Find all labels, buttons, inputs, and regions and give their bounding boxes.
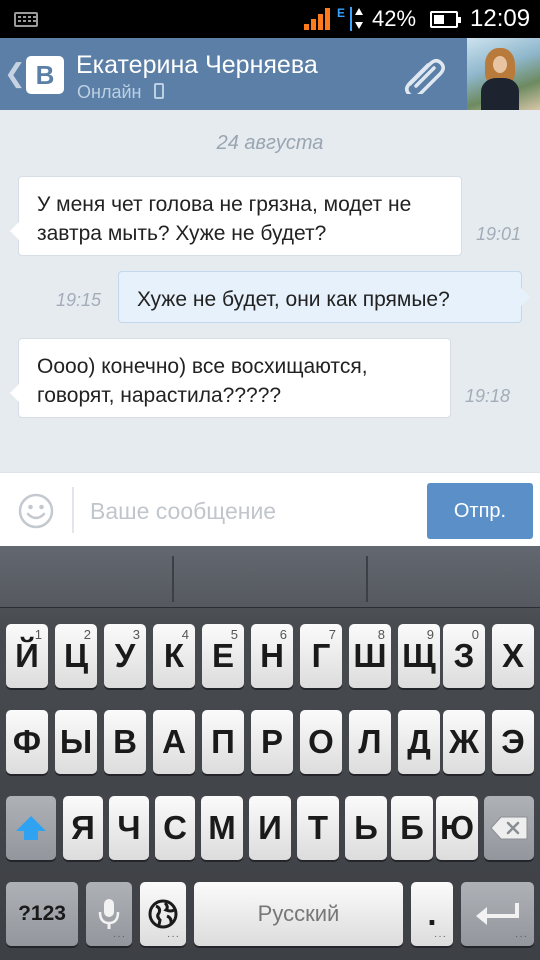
suggestion-strip[interactable] [0, 546, 540, 608]
attach-paperclip-icon[interactable] [402, 54, 448, 94]
key-й[interactable]: Й1 [6, 624, 48, 688]
symbols-key[interactable]: ?123 [6, 882, 78, 946]
key-у[interactable]: У3 [104, 624, 146, 688]
key-ц[interactable]: Ц2 [55, 624, 97, 688]
key-м[interactable]: М [201, 796, 243, 860]
mic-icon [98, 899, 120, 929]
battery-percent: 42% [372, 6, 417, 31]
period-key[interactable]: . ··· [411, 882, 453, 946]
message-list[interactable]: 24 августа У меня чет голова не грязна, … [0, 110, 540, 472]
key-ж[interactable]: Ж [443, 710, 485, 774]
date-separator: 24 августа [216, 132, 324, 154]
key-с[interactable]: С [155, 796, 195, 860]
mobile-phone-icon [154, 83, 164, 99]
key-ч[interactable]: Ч [109, 796, 149, 860]
backspace-icon [490, 816, 528, 840]
key-т[interactable]: Т [297, 796, 339, 860]
message-text: Хуже не будет, они как прямые? [137, 288, 450, 311]
chat-header: ❮ В Екатерина Черняева Онлайн [0, 38, 540, 110]
smile-emoji-icon[interactable] [18, 493, 54, 529]
voice-input-key[interactable]: ··· [86, 882, 132, 946]
send-button[interactable]: Отпр. [427, 483, 533, 539]
signal-icon [304, 8, 334, 30]
space-key[interactable]: Русский [194, 882, 403, 946]
mobile-data-icon: E [337, 6, 363, 31]
key-и[interactable]: И [249, 796, 291, 860]
incoming-message-bubble[interactable]: У меня чет голова не грязна, модет не за… [10, 176, 462, 256]
key-п[interactable]: П [202, 710, 244, 774]
contact-name: Екатерина Черняева [76, 51, 318, 79]
key-в[interactable]: В [104, 710, 146, 774]
key-я[interactable]: Я [63, 796, 103, 860]
key-н[interactable]: Н6 [251, 624, 293, 688]
key-ы[interactable]: Ы [55, 710, 97, 774]
svg-text:E: E [337, 6, 345, 20]
key-е[interactable]: Е5 [202, 624, 244, 688]
key-б[interactable]: Б [391, 796, 433, 860]
key-ь[interactable]: Ь [345, 796, 387, 860]
message-text: У меня чет голова не грязна, модет не за… [37, 193, 412, 245]
soft-keyboard: Й1 Ц2 У3 К4 Е5 Н6 Г7 Ш8 Щ9 З0 Х Ф Ы В А … [0, 546, 540, 960]
clock: 12:09 [470, 5, 531, 32]
message-time: 19:01 [476, 224, 522, 244]
composer-divider [72, 487, 74, 533]
message-composer: Отпр. [0, 472, 540, 546]
key-з[interactable]: З0 [443, 624, 485, 688]
message-time: 19:15 [56, 290, 102, 310]
key-а[interactable]: А [153, 710, 195, 774]
key-ю[interactable]: Ю [436, 796, 478, 860]
incoming-message-bubble[interactable]: Оооо) конечно) все восхищаются, говорят,… [10, 338, 451, 418]
enter-key[interactable]: ··· [461, 882, 534, 946]
key-о[interactable]: О [300, 710, 342, 774]
globe-icon [148, 899, 178, 929]
key-к[interactable]: К4 [153, 624, 195, 688]
key-л[interactable]: Л [349, 710, 391, 774]
key-э[interactable]: Э [492, 710, 534, 774]
contact-avatar[interactable] [467, 38, 540, 110]
key-щ[interactable]: Щ9 [398, 624, 440, 688]
key-ф[interactable]: Ф [6, 710, 48, 774]
message-time: 19:18 [465, 386, 511, 406]
shift-icon [16, 816, 46, 840]
language-key[interactable]: ··· [140, 882, 186, 946]
message-text: Оооо) конечно) все восхищаются, говорят,… [37, 355, 368, 407]
message-input[interactable] [90, 489, 410, 533]
backspace-key[interactable] [484, 796, 534, 860]
keyboard-notification-icon [14, 12, 38, 27]
key-г[interactable]: Г7 [300, 624, 342, 688]
battery-icon [430, 11, 461, 28]
key-х[interactable]: Х [492, 624, 534, 688]
back-chevron-icon[interactable]: ❮ [4, 58, 26, 89]
key-ш[interactable]: Ш8 [349, 624, 391, 688]
status-bar: E 42% 12:09 [0, 0, 540, 38]
online-status: Онлайн [77, 82, 142, 102]
key-д[interactable]: Д [398, 710, 440, 774]
enter-icon [475, 903, 519, 925]
shift-key[interactable] [6, 796, 56, 860]
key-р[interactable]: Р [251, 710, 293, 774]
vk-logo-icon[interactable]: В [26, 56, 64, 94]
outgoing-message-bubble[interactable]: Хуже не будет, они как прямые? [118, 271, 530, 323]
